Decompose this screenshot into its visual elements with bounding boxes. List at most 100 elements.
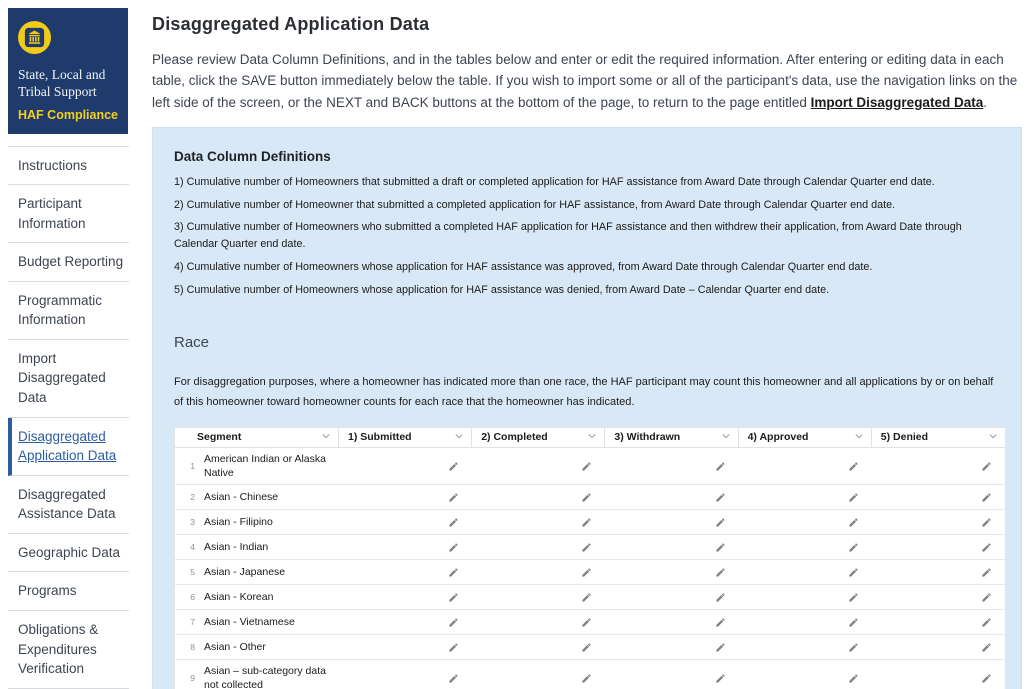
edit-pencil-icon[interactable]	[715, 461, 726, 472]
edit-pencil-icon[interactable]	[448, 617, 459, 628]
editable-value-cell[interactable]	[472, 542, 605, 553]
edit-pencil-icon[interactable]	[581, 617, 592, 628]
edit-pencil-icon[interactable]	[715, 673, 726, 684]
editable-value-cell[interactable]	[872, 492, 1005, 503]
edit-pencil-icon[interactable]	[581, 642, 592, 653]
edit-pencil-icon[interactable]	[715, 492, 726, 503]
column-header-5-denied[interactable]: 5) Denied	[872, 428, 1005, 447]
edit-pencil-icon[interactable]	[981, 542, 992, 553]
editable-value-cell[interactable]	[339, 592, 472, 603]
edit-pencil-icon[interactable]	[448, 673, 459, 684]
editable-value-cell[interactable]	[339, 492, 472, 503]
edit-pencil-icon[interactable]	[715, 567, 726, 578]
import-disaggregated-data-link[interactable]: Import Disaggregated Data	[811, 95, 984, 110]
chevron-down-icon[interactable]	[721, 431, 731, 444]
sidebar-item-programmatic-information[interactable]: Programmatic Information	[8, 282, 129, 340]
chevron-down-icon[interactable]	[854, 431, 864, 444]
edit-pencil-icon[interactable]	[981, 592, 992, 603]
editable-value-cell[interactable]	[339, 642, 472, 653]
editable-value-cell[interactable]	[472, 492, 605, 503]
edit-pencil-icon[interactable]	[981, 642, 992, 653]
editable-value-cell[interactable]	[605, 567, 738, 578]
edit-pencil-icon[interactable]	[848, 517, 859, 528]
edit-pencil-icon[interactable]	[581, 492, 592, 503]
sidebar-item-geographic-data[interactable]: Geographic Data	[8, 534, 129, 573]
editable-value-cell[interactable]	[472, 617, 605, 628]
editable-value-cell[interactable]	[472, 642, 605, 653]
edit-pencil-icon[interactable]	[848, 617, 859, 628]
editable-value-cell[interactable]	[605, 642, 738, 653]
sidebar-item-budget-reporting[interactable]: Budget Reporting	[8, 243, 129, 282]
edit-pencil-icon[interactable]	[848, 592, 859, 603]
edit-pencil-icon[interactable]	[848, 642, 859, 653]
edit-pencil-icon[interactable]	[448, 542, 459, 553]
column-header-segment[interactable]: Segment	[175, 428, 339, 447]
editable-value-cell[interactable]	[472, 461, 605, 472]
editable-value-cell[interactable]	[872, 517, 1005, 528]
editable-value-cell[interactable]	[472, 592, 605, 603]
edit-pencil-icon[interactable]	[448, 461, 459, 472]
edit-pencil-icon[interactable]	[581, 461, 592, 472]
editable-value-cell[interactable]	[872, 461, 1005, 472]
editable-value-cell[interactable]	[739, 642, 872, 653]
editable-value-cell[interactable]	[739, 617, 872, 628]
sidebar-item-participant-information[interactable]: Participant Information	[8, 185, 129, 243]
edit-pencil-icon[interactable]	[715, 592, 726, 603]
sidebar-item-disaggregated-assistance-data[interactable]: Disaggregated Assistance Data	[8, 476, 129, 534]
editable-value-cell[interactable]	[472, 517, 605, 528]
edit-pencil-icon[interactable]	[448, 567, 459, 578]
edit-pencil-icon[interactable]	[581, 542, 592, 553]
editable-value-cell[interactable]	[605, 592, 738, 603]
column-header-1-submitted[interactable]: 1) Submitted	[339, 428, 472, 447]
edit-pencil-icon[interactable]	[848, 673, 859, 684]
editable-value-cell[interactable]	[739, 517, 872, 528]
sidebar-item-disaggregated-application-data[interactable]: Disaggregated Application Data	[8, 418, 129, 476]
edit-pencil-icon[interactable]	[581, 517, 592, 528]
edit-pencil-icon[interactable]	[981, 617, 992, 628]
column-header-3-withdrawn[interactable]: 3) Withdrawn	[605, 428, 738, 447]
editable-value-cell[interactable]	[339, 461, 472, 472]
chevron-down-icon[interactable]	[587, 431, 597, 444]
editable-value-cell[interactable]	[872, 673, 1005, 684]
editable-value-cell[interactable]	[605, 492, 738, 503]
edit-pencil-icon[interactable]	[848, 492, 859, 503]
editable-value-cell[interactable]	[739, 542, 872, 553]
editable-value-cell[interactable]	[872, 617, 1005, 628]
edit-pencil-icon[interactable]	[715, 517, 726, 528]
editable-value-cell[interactable]	[339, 517, 472, 528]
sidebar-item-instructions[interactable]: Instructions	[8, 147, 129, 186]
editable-value-cell[interactable]	[872, 542, 1005, 553]
editable-value-cell[interactable]	[605, 542, 738, 553]
editable-value-cell[interactable]	[872, 567, 1005, 578]
edit-pencil-icon[interactable]	[981, 517, 992, 528]
edit-pencil-icon[interactable]	[448, 492, 459, 503]
edit-pencil-icon[interactable]	[715, 617, 726, 628]
edit-pencil-icon[interactable]	[448, 642, 459, 653]
edit-pencil-icon[interactable]	[848, 542, 859, 553]
editable-value-cell[interactable]	[872, 592, 1005, 603]
editable-value-cell[interactable]	[339, 567, 472, 578]
editable-value-cell[interactable]	[739, 461, 872, 472]
editable-value-cell[interactable]	[872, 642, 1005, 653]
edit-pencil-icon[interactable]	[848, 567, 859, 578]
column-header-4-approved[interactable]: 4) Approved	[739, 428, 872, 447]
editable-value-cell[interactable]	[605, 461, 738, 472]
editable-value-cell[interactable]	[605, 673, 738, 684]
editable-value-cell[interactable]	[739, 673, 872, 684]
sidebar-item-import-disaggregated-data[interactable]: Import Disaggregated Data	[8, 340, 129, 418]
column-header-2-completed[interactable]: 2) Completed	[472, 428, 605, 447]
editable-value-cell[interactable]	[739, 592, 872, 603]
editable-value-cell[interactable]	[339, 673, 472, 684]
edit-pencil-icon[interactable]	[715, 542, 726, 553]
editable-value-cell[interactable]	[339, 542, 472, 553]
editable-value-cell[interactable]	[605, 617, 738, 628]
editable-value-cell[interactable]	[472, 567, 605, 578]
edit-pencil-icon[interactable]	[448, 517, 459, 528]
editable-value-cell[interactable]	[605, 517, 738, 528]
edit-pencil-icon[interactable]	[981, 567, 992, 578]
edit-pencil-icon[interactable]	[981, 673, 992, 684]
edit-pencil-icon[interactable]	[581, 567, 592, 578]
edit-pencil-icon[interactable]	[715, 642, 726, 653]
editable-value-cell[interactable]	[339, 617, 472, 628]
chevron-down-icon[interactable]	[988, 431, 998, 444]
